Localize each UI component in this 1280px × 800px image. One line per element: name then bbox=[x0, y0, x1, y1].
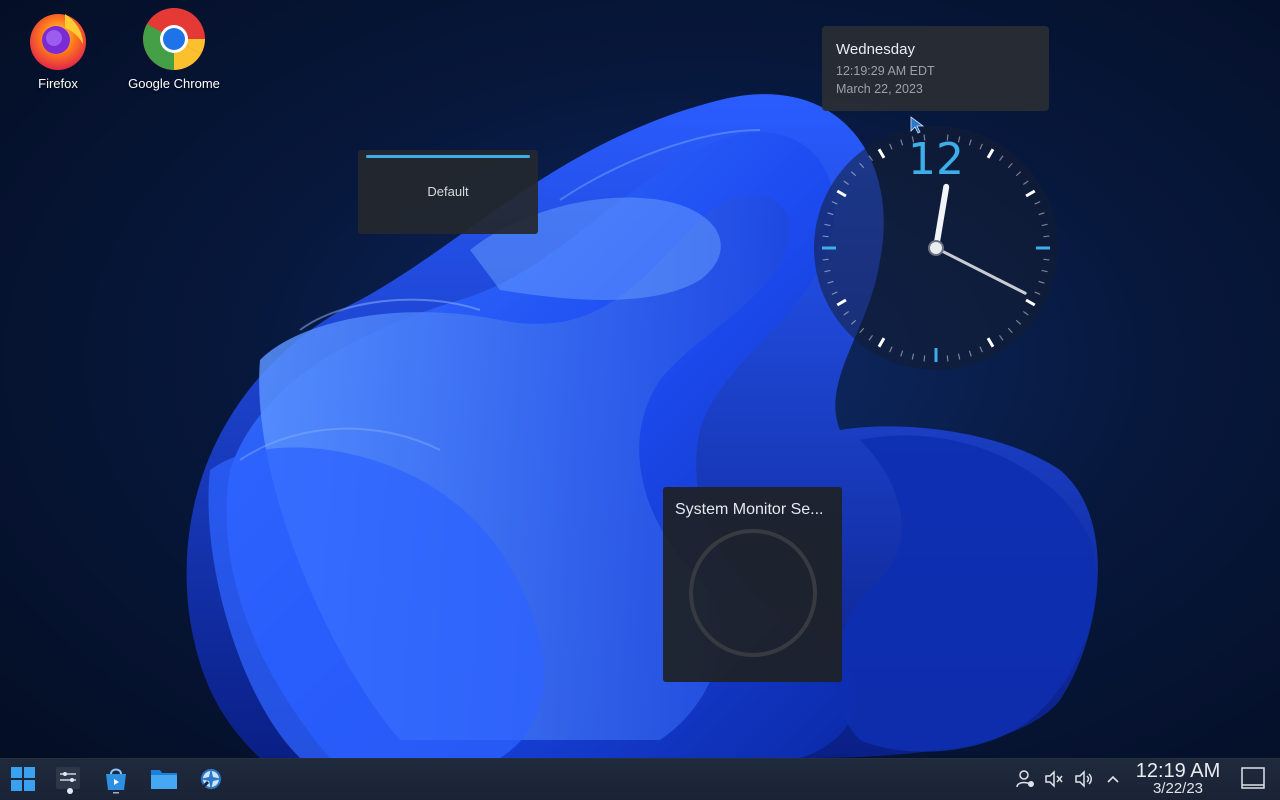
taskbar-clock-time[interactable]: 12:19 AM bbox=[1130, 760, 1226, 782]
firefox-icon bbox=[30, 14, 86, 70]
krunner-button[interactable] bbox=[194, 763, 228, 795]
clock-tick bbox=[923, 355, 926, 362]
desktop-icon-label: Google Chrome bbox=[128, 76, 220, 91]
analog-clock-widget[interactable]: 12 bbox=[810, 120, 1062, 372]
file-manager-icon bbox=[151, 770, 177, 789]
mouse-cursor-icon bbox=[910, 116, 924, 134]
discover-store-icon bbox=[106, 768, 126, 794]
volume-button[interactable] bbox=[1073, 768, 1095, 790]
muted-icon bbox=[1045, 770, 1063, 788]
osd-popup: Default bbox=[358, 150, 538, 234]
chrome-icon bbox=[143, 8, 205, 70]
volume-icon bbox=[1075, 770, 1092, 788]
start-menu-button[interactable] bbox=[6, 763, 40, 795]
clock-tick bbox=[946, 355, 949, 362]
system-settings-icon bbox=[56, 767, 80, 794]
expand-tray-icon bbox=[1107, 775, 1119, 783]
tooltip-date: March 22, 2023 bbox=[836, 82, 923, 96]
osd-progress-bar bbox=[366, 155, 530, 158]
osd-label: Default bbox=[427, 184, 469, 199]
clock-center bbox=[928, 240, 944, 256]
date-time-tooltip: Wednesday 12:19:29 AM EDT March 22, 2023 bbox=[822, 26, 1049, 111]
desktop-icon-label: Firefox bbox=[38, 76, 78, 91]
tooltip-time: 12:19:29 AM EDT bbox=[836, 64, 935, 78]
discover-store-button[interactable] bbox=[99, 763, 133, 795]
system-monitor-title: System Monitor Se... bbox=[675, 501, 824, 518]
taskbar-clock-date[interactable]: 3/22/23 bbox=[1130, 780, 1226, 798]
mute-button[interactable] bbox=[1043, 768, 1065, 790]
clock-tick bbox=[822, 235, 829, 238]
desktop-wallpaper bbox=[186, 94, 1098, 758]
desktop-icon-firefox[interactable]: Firefox bbox=[3, 6, 113, 100]
clock-numeral: 12 bbox=[908, 134, 964, 185]
system-settings-button[interactable] bbox=[51, 763, 85, 795]
system-monitor-gauge bbox=[689, 529, 817, 657]
system-monitor-widget[interactable]: System Monitor Se... bbox=[663, 487, 842, 682]
expand-tray-button[interactable] bbox=[1102, 768, 1124, 790]
krunner-icon bbox=[200, 768, 222, 790]
show-desktop-icon[interactable] bbox=[1240, 766, 1266, 790]
clock-tick bbox=[1043, 235, 1050, 238]
desktop-icon-chrome[interactable]: Google Chrome bbox=[119, 6, 229, 100]
user-icon bbox=[1016, 770, 1034, 788]
tooltip-day: Wednesday bbox=[836, 41, 915, 58]
clock-tick bbox=[822, 258, 829, 261]
clock-tick bbox=[1043, 258, 1050, 261]
start-menu-icon bbox=[11, 767, 35, 791]
file-manager-button[interactable] bbox=[147, 763, 181, 795]
user-status-button[interactable] bbox=[1014, 768, 1036, 790]
